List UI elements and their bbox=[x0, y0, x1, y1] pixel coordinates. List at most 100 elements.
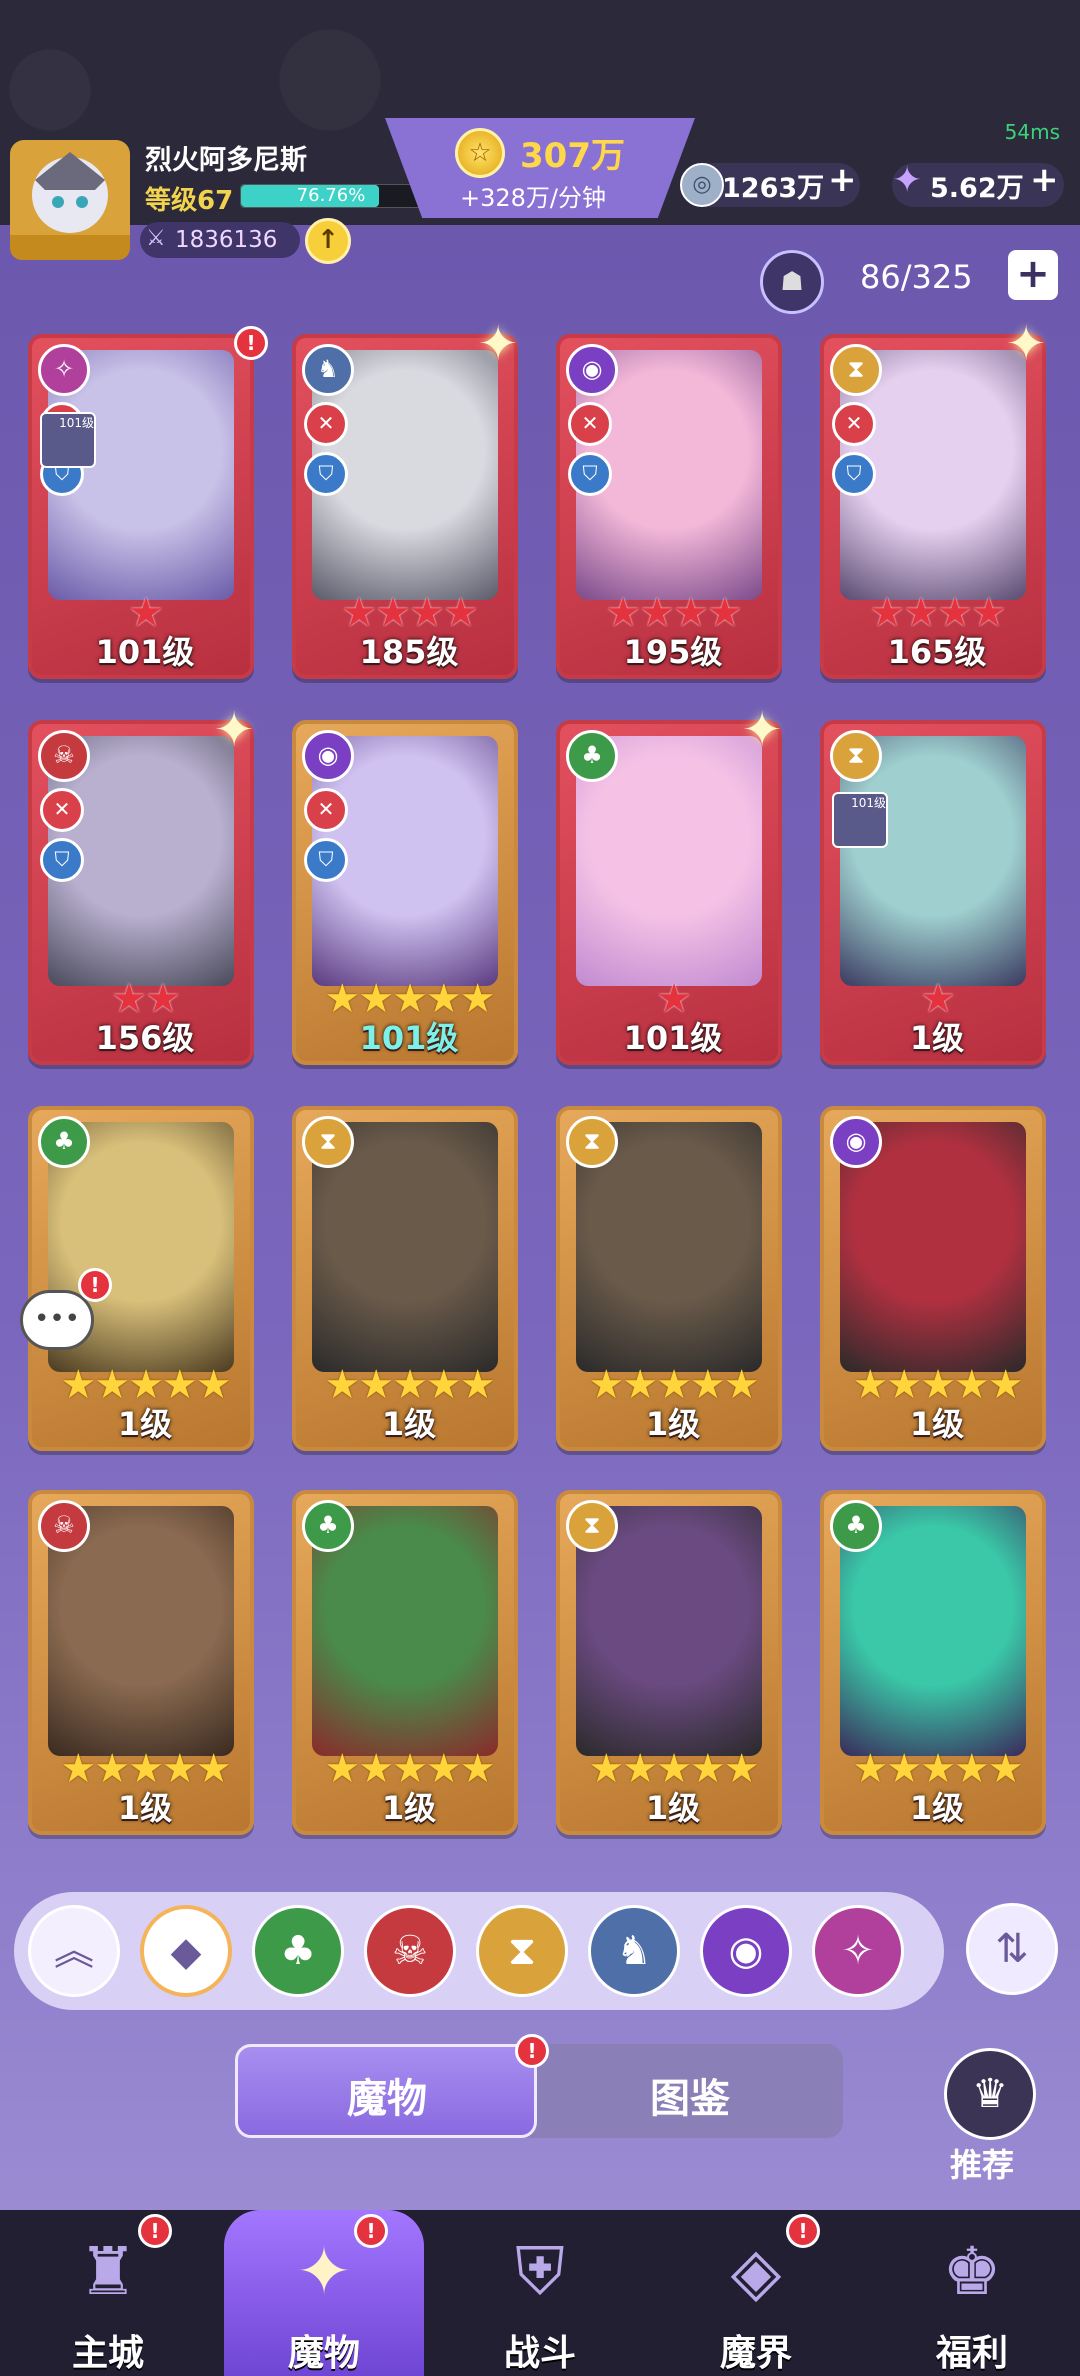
nav-label: 战斗 bbox=[503, 2333, 576, 2374]
resource-1-value: 1263万 bbox=[722, 173, 825, 204]
dragon-faction-icon[interactable]: ♞ bbox=[588, 1905, 680, 1997]
equipped-item-thumbnail: 101级 bbox=[832, 792, 888, 848]
faction-badge-icon: ⧗ bbox=[830, 730, 882, 782]
faction-badge-icon: ☠ bbox=[38, 1500, 90, 1552]
chat-notification-icon: ! bbox=[78, 1268, 112, 1302]
nav-battle[interactable]: ⛨ 战斗 bbox=[440, 2210, 640, 2376]
faction-badge-icon: ☠ bbox=[38, 730, 90, 782]
monster-card[interactable]: ♣ ★★★★★ 1级 bbox=[292, 1490, 518, 1835]
nav-welfare[interactable]: ♚ 福利 bbox=[872, 2210, 1072, 2376]
monster-level: 1级 bbox=[117, 1405, 173, 1443]
hourglass-faction-icon[interactable]: ⧗ bbox=[476, 1905, 568, 1997]
faction-badge-icon: ⧗ bbox=[302, 1116, 354, 1168]
attack-skill-icon: ✕ bbox=[304, 788, 348, 832]
attack-skill-icon: ✕ bbox=[40, 788, 84, 832]
faction-badge-icon: ⧗ bbox=[566, 1116, 618, 1168]
shield-skill-icon: ⛉ bbox=[568, 452, 612, 496]
nature-faction-icon[interactable]: ♣ bbox=[252, 1905, 344, 1997]
silver-coin-icon: ◎ bbox=[680, 163, 724, 207]
sparkle-icon: ✦ bbox=[214, 702, 255, 758]
player-name: 烈火阿多尼斯 bbox=[145, 145, 307, 176]
player-avatar[interactable] bbox=[10, 140, 130, 260]
chaos-faction-icon[interactable]: ✧ bbox=[812, 1905, 904, 1997]
monster-card[interactable]: ⧗ ★ 1级 101级 bbox=[820, 720, 1046, 1065]
resource-2-add-icon[interactable]: + bbox=[1030, 160, 1059, 200]
gold-value: 307万 bbox=[520, 136, 625, 176]
beast-faction-icon[interactable]: ☠ bbox=[364, 1905, 456, 1997]
nav-monster[interactable]: ✦ 魔物! bbox=[224, 2210, 424, 2376]
tab-codex[interactable]: 图鉴 bbox=[540, 2066, 840, 2124]
eye-faction-icon[interactable]: ◉ bbox=[700, 1905, 792, 1997]
equipped-item-thumbnail: 101级 bbox=[40, 412, 96, 468]
resource-1-add-icon[interactable]: + bbox=[828, 160, 857, 200]
upgrade-arrow-button[interactable]: ↑ bbox=[305, 218, 351, 264]
xp-bar: 76.76% bbox=[240, 184, 422, 208]
monster-card[interactable]: ⧗ ★★★★★ 1级 bbox=[556, 1490, 782, 1835]
monster-card[interactable]: ♣ ★★★★★ 1级 bbox=[28, 1106, 254, 1451]
monster-level: 101级 bbox=[623, 1019, 723, 1057]
attack-skill-icon: ✕ bbox=[568, 402, 612, 446]
monster-card[interactable]: ☠ ★★★★★ 1级 bbox=[28, 1490, 254, 1835]
shield-skill-icon: ⛉ bbox=[304, 452, 348, 496]
monster-card[interactable]: ☠ ✕ ⛉ ★★ 156级 bbox=[28, 720, 254, 1065]
faction-badge-icon: ♣ bbox=[830, 1500, 882, 1552]
sparkle-icon: ✦ bbox=[742, 702, 783, 758]
recommend-label: 推荐 bbox=[950, 2146, 1015, 2184]
nav-label: 主城 bbox=[71, 2333, 144, 2374]
chat-icon[interactable]: ••• bbox=[20, 1290, 94, 1350]
monster-card[interactable]: ◉ ★★★★★ 1级 bbox=[820, 1106, 1046, 1451]
xp-percent: 76.76% bbox=[296, 185, 366, 206]
sparkle-icon: ✦ bbox=[1006, 316, 1047, 372]
recommend-button[interactable]: ♛ bbox=[944, 2048, 1036, 2140]
card-notification-icon: ! bbox=[234, 326, 268, 360]
resource-2-value: 5.62万 bbox=[930, 173, 1024, 204]
sparkle-icon: ✦ bbox=[478, 316, 519, 372]
monster-card[interactable]: ⧗ ★★★★★ 1级 bbox=[556, 1106, 782, 1451]
treasure-chest-icon: ♚ bbox=[942, 2233, 1002, 2310]
monster-level: 195级 bbox=[623, 633, 723, 671]
faction-badge-icon: ⧗ bbox=[830, 344, 882, 396]
tab-monster-label: 魔物 bbox=[347, 2076, 427, 2122]
nav-notification-icon: ! bbox=[138, 2214, 172, 2248]
nav-notification-icon: ! bbox=[354, 2214, 388, 2248]
monster-level: 1级 bbox=[909, 1405, 965, 1443]
monster-level: 1级 bbox=[645, 1405, 701, 1443]
nav-label: 福利 bbox=[935, 2333, 1008, 2374]
monster-level: 101级 bbox=[359, 1019, 459, 1057]
gold-rate: +328万/分钟 bbox=[460, 184, 607, 212]
faction-badge-icon: ♣ bbox=[302, 1500, 354, 1552]
monster-level: 101级 bbox=[95, 633, 195, 671]
monster-card[interactable]: ◉ ✕ ⛉ ★★★★★ 101级 bbox=[292, 720, 518, 1065]
monster-level: 1级 bbox=[381, 1789, 437, 1827]
collapse-icon[interactable]: ︽ bbox=[28, 1905, 120, 1997]
sort-button[interactable]: ⇅ bbox=[966, 1903, 1058, 1995]
monster-card[interactable]: ♣ ★ 101级 bbox=[556, 720, 782, 1065]
nav-main-city[interactable]: ♜ 主城! bbox=[8, 2210, 208, 2376]
player-level: 等级67 bbox=[145, 186, 234, 216]
shield-skill-icon: ⛉ bbox=[832, 452, 876, 496]
monster-level: 1级 bbox=[909, 1019, 965, 1057]
roster-capacity-icon: ☗ bbox=[760, 250, 824, 314]
faction-badge-icon: ◉ bbox=[830, 1116, 882, 1168]
roster-add-button[interactable]: + bbox=[1008, 250, 1058, 300]
monster-level: 185级 bbox=[359, 633, 459, 671]
gold-coin-icon: ☆ bbox=[455, 128, 505, 178]
monster-level: 1级 bbox=[381, 1405, 437, 1443]
monster-level: 1级 bbox=[909, 1789, 965, 1827]
nav-label: 魔界 bbox=[719, 2333, 792, 2374]
monster-card[interactable]: ✧✕⛉★101级101级 bbox=[28, 334, 254, 679]
monster-card[interactable]: ⧗ ★★★★★ 1级 bbox=[292, 1106, 518, 1451]
monster-card[interactable]: ◉ ✕ ⛉ ★★★★ 195级 bbox=[556, 334, 782, 679]
faction-badge-icon: ◉ bbox=[302, 730, 354, 782]
shield-skill-icon: ⛉ bbox=[304, 838, 348, 882]
all-factions-icon[interactable]: ◆ bbox=[140, 1905, 232, 1997]
attack-skill-icon: ✕ bbox=[832, 402, 876, 446]
monster-card[interactable]: ♞ ✕ ⛉ ★★★★ 185级 bbox=[292, 334, 518, 679]
monster-card[interactable]: ⧗ ✕ ⛉ ★★★★ 165级 bbox=[820, 334, 1046, 679]
roster-count: 86/325 bbox=[860, 258, 973, 296]
power-value: 1836136 bbox=[175, 227, 278, 253]
monster-card[interactable]: ♣ ★★★★★ 1级 bbox=[820, 1490, 1046, 1835]
nav-notification-icon: ! bbox=[786, 2214, 820, 2248]
nav-demon-realm[interactable]: ◈ 魔界! bbox=[656, 2210, 856, 2376]
faction-badge-icon: ✧ bbox=[38, 344, 90, 396]
